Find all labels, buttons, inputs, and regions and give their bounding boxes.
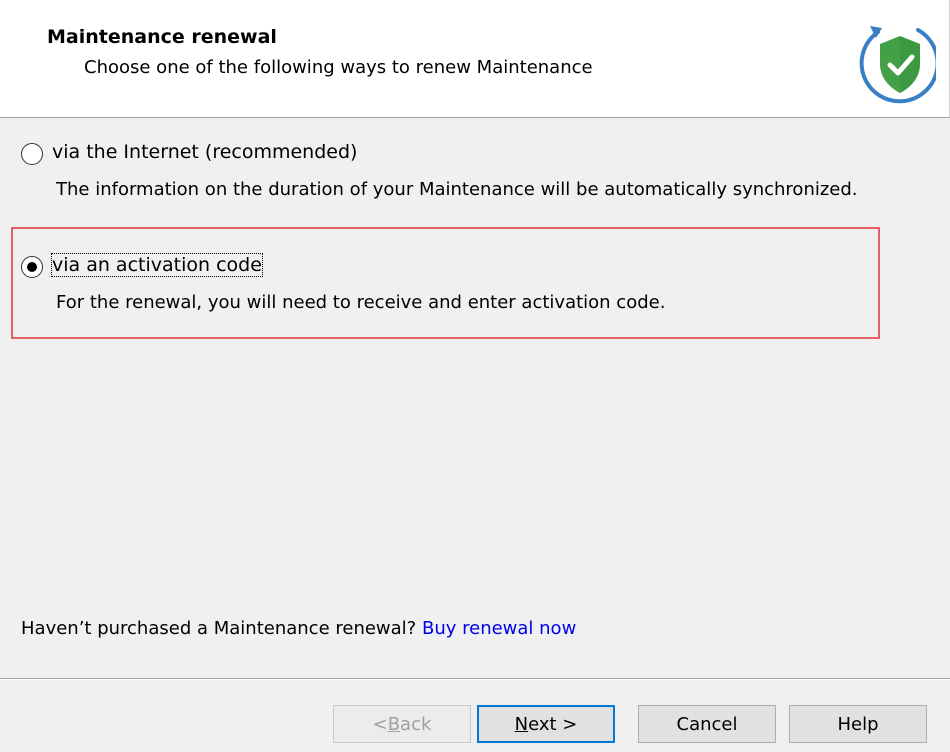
option-internet-label[interactable]: via the Internet (recommended)	[52, 141, 357, 163]
next-button[interactable]: Next >	[477, 705, 615, 743]
option-internet-description: The information on the duration of your …	[56, 179, 858, 200]
page-subtitle: Choose one of the following ways to rene…	[84, 57, 593, 78]
back-button[interactable]: < Back	[333, 705, 471, 743]
option-activation-code-description: For the renewal, you will need to receiv…	[56, 292, 666, 313]
help-button[interactable]: Help	[789, 705, 927, 743]
purchase-question: Haven’t purchased a Maintenance renewal?	[21, 618, 417, 639]
wizard-header: Maintenance renewal Choose one of the fo…	[0, 0, 950, 118]
cancel-button[interactable]: Cancel	[638, 705, 776, 743]
option-activation-code-label[interactable]: via an activation code	[51, 253, 263, 277]
purchase-prompt: Haven’t purchased a Maintenance renewal?…	[21, 618, 576, 639]
selected-option-highlight	[11, 227, 880, 339]
radio-activation-code[interactable]	[21, 256, 43, 278]
shield-check-icon	[856, 22, 940, 108]
page-title: Maintenance renewal	[47, 26, 277, 48]
wizard-footer: < Back Next > Cancel Help	[0, 678, 950, 752]
radio-internet[interactable]	[21, 143, 43, 165]
buy-renewal-link[interactable]: Buy renewal now	[422, 618, 576, 639]
